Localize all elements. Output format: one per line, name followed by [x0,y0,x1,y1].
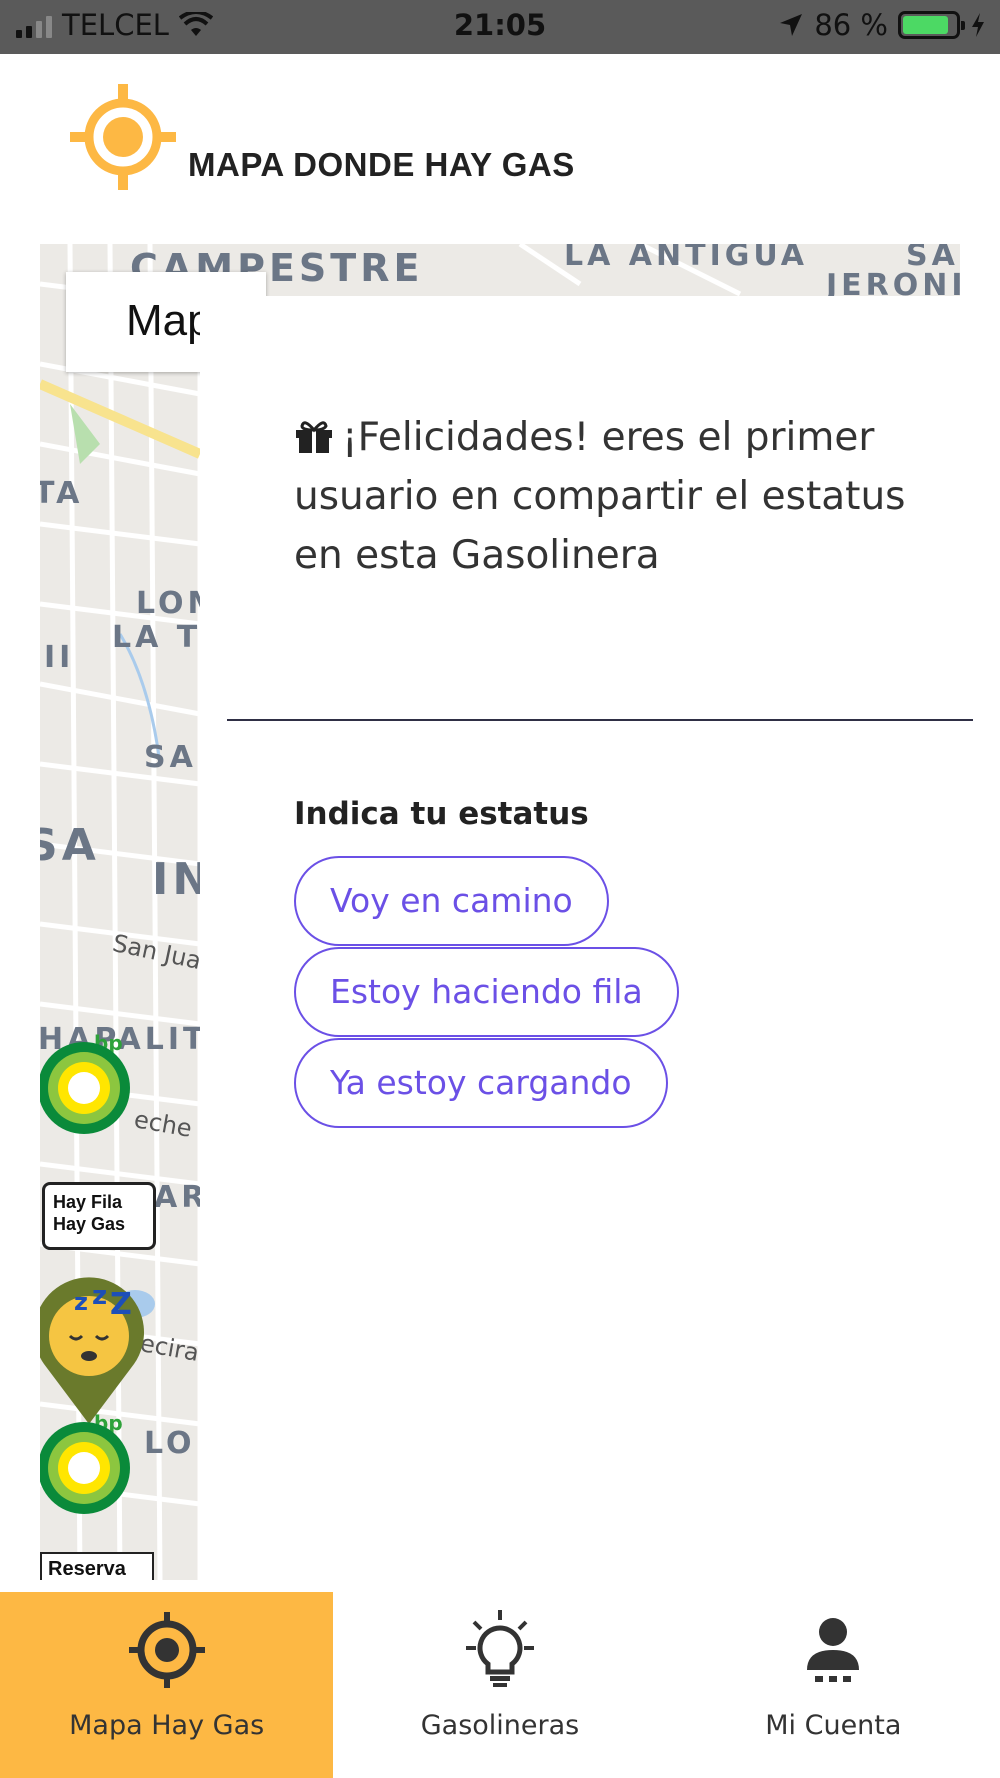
svg-text:z: z [92,1281,107,1311]
bp-station-marker[interactable]: bp [40,1414,138,1514]
user-icon [807,1618,860,1682]
status-bubble[interactable]: Hay Fila Hay Gas [42,1182,156,1250]
location-arrow-icon [780,14,803,36]
nav-label: Mi Cuenta [765,1710,902,1741]
map-label: SA [144,740,197,775]
nav-item-mapa[interactable]: Mapa Hay Gas [0,1592,334,1778]
crosshair-icon [128,1612,205,1688]
svg-text:Z: Z [110,1287,132,1322]
lightbulb-icon [465,1610,534,1687]
divider [227,719,973,721]
reserva-label[interactable]: Reserva [40,1552,154,1580]
crosshair-logo-icon [70,84,176,190]
map-label: TA [40,476,84,511]
nav-item-gasolineras[interactable]: Gasolineras [333,1592,666,1778]
nav-label: Mapa Hay Gas [69,1710,265,1741]
battery-icon [898,11,965,39]
charging-icon [972,13,984,37]
status-title: Indica tu estatus [294,796,589,832]
nav-label: Gasolineras [420,1710,580,1741]
sleeping-face-marker[interactable]: z z Z [40,1274,144,1424]
gift-icon [296,421,332,453]
status-modal: ¡Felicidades! eres el primer usuario en … [200,296,1000,1580]
map-label: II [44,640,75,675]
bubble-line: Hay Gas [53,1214,126,1234]
map-label: SA [40,820,100,871]
congrats-message: ¡Felicidades! eres el primer usuario en … [294,408,914,585]
bubble-line: Hay Fila [53,1192,123,1212]
status-bar: TELCEL 21:05 86 % [0,0,1000,54]
battery-percent: 86 % [814,8,888,42]
bottom-nav: Mapa Hay Gas Gasolineras Mi Cuenta [0,1592,1000,1778]
map-label: LA T [112,620,202,655]
on-my-way-button[interactable]: Voy en camino [294,856,609,946]
svg-text:z: z [74,1288,88,1316]
map-label: LA ANTIGUA [564,244,809,273]
nav-item-cuenta[interactable]: Mi Cuenta [667,1592,1000,1778]
congrats-text: ¡Felicidades! eres el primer usuario en … [294,415,906,578]
bp-station-marker[interactable]: bp [40,1034,138,1134]
already-loading-button[interactable]: Ya estoy cargando [294,1038,668,1128]
status-right: 86 % [778,8,986,42]
app-title: MAPA DONDE HAY GAS [188,146,575,183]
map-label: LO [144,1426,196,1461]
app-header: MAPA DONDE HAY GAS [0,54,1000,244]
in-line-button[interactable]: Estoy haciendo fila [294,947,679,1037]
